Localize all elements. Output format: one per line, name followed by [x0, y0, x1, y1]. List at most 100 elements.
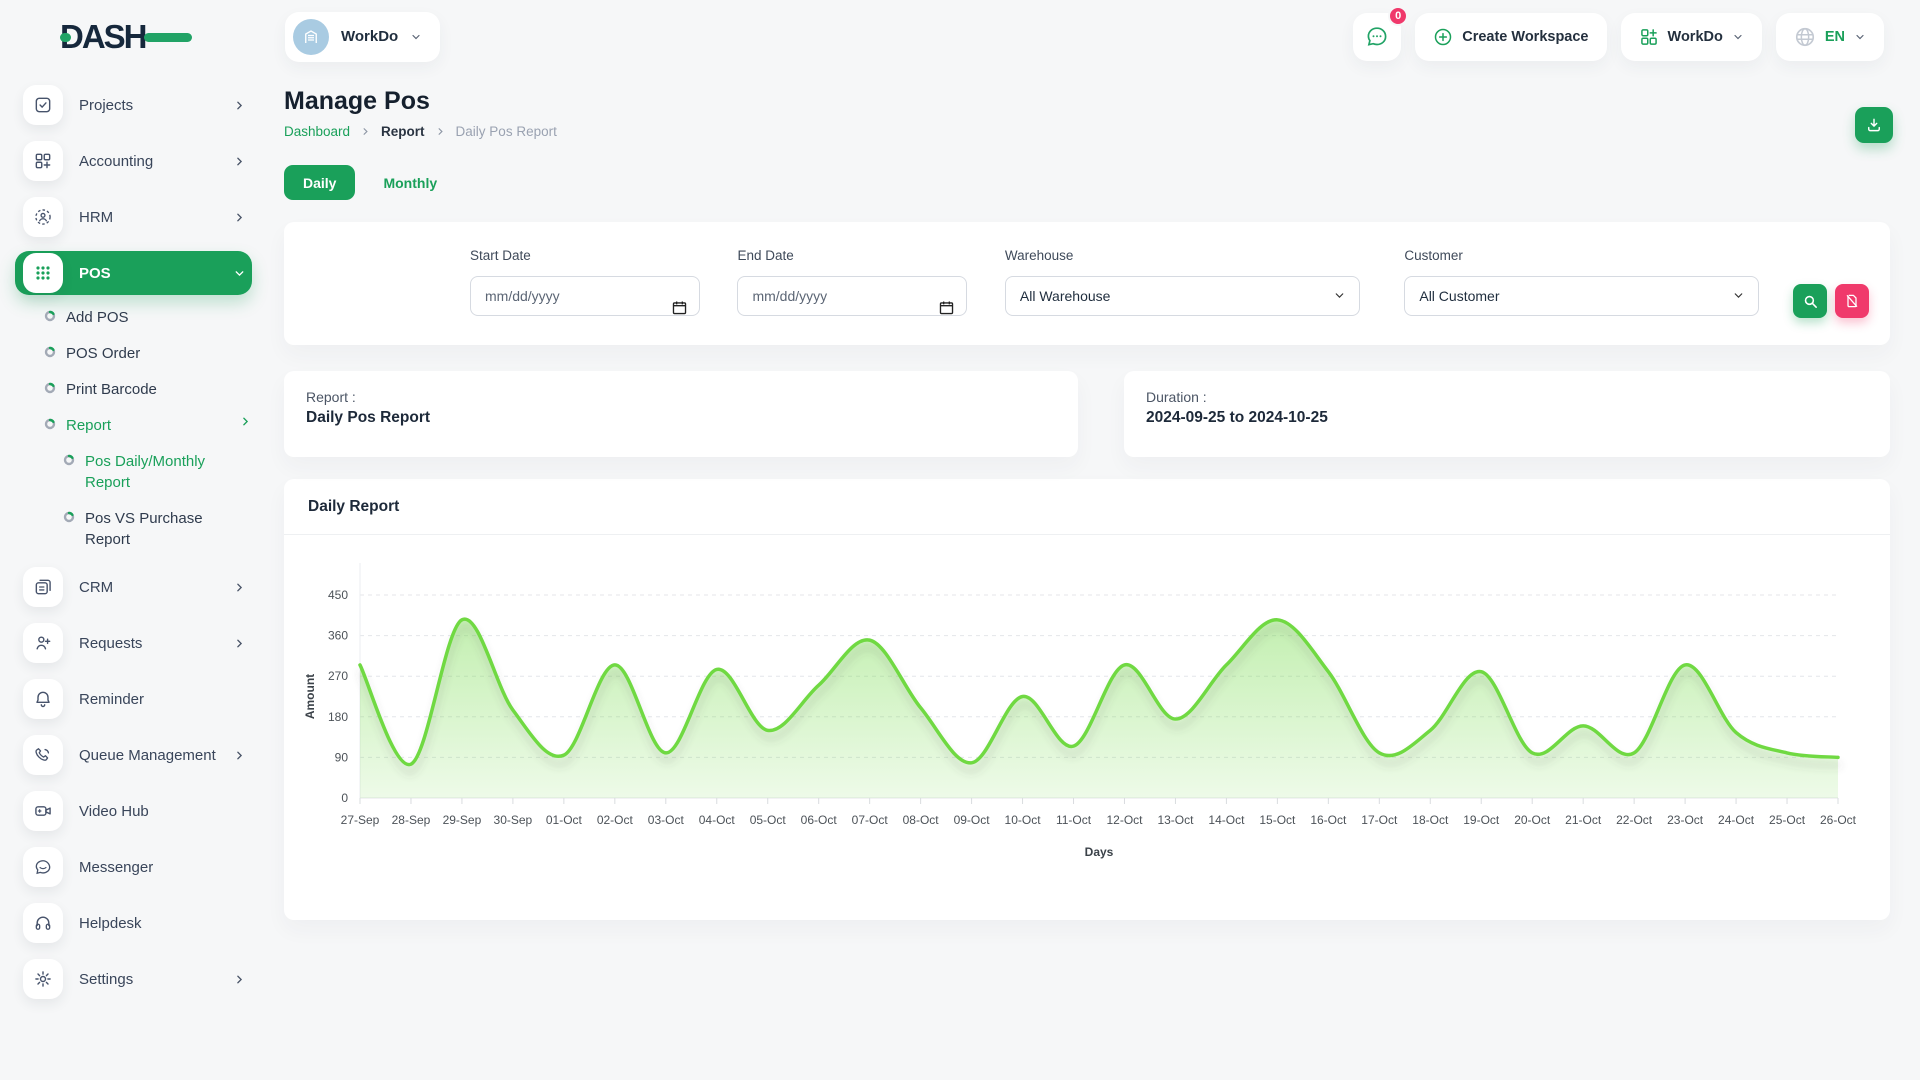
bell-icon — [23, 679, 63, 719]
report-period-tabs: Daily Monthly — [284, 165, 1890, 200]
tasks-icon — [23, 85, 63, 125]
svg-text:Days: Days — [1085, 845, 1114, 859]
svg-text:13-Oct: 13-Oct — [1157, 813, 1194, 827]
svg-text:DASH: DASH — [60, 18, 146, 55]
sidebar-item-hrm[interactable]: HRM — [15, 195, 252, 239]
daily-report-chart-card: Daily Report 09018027036045027-Sep28-Sep… — [284, 479, 1890, 920]
chat-bubble-icon — [1365, 25, 1389, 49]
chevron-right-icon — [435, 126, 446, 137]
chevron-down-icon — [1854, 31, 1866, 43]
download-icon — [1865, 116, 1883, 134]
building-icon — [302, 28, 320, 46]
sidebar-item-helpdesk[interactable]: Helpdesk — [15, 901, 252, 945]
svg-text:22-Oct: 22-Oct — [1616, 813, 1653, 827]
workdo-menu-button[interactable]: WorkDo — [1621, 13, 1762, 61]
svg-text:29-Sep: 29-Sep — [443, 813, 482, 827]
workspace-name: WorkDo — [341, 28, 398, 45]
svg-text:360: 360 — [328, 629, 348, 643]
grid-plus-icon — [23, 141, 63, 181]
language-selector[interactable]: EN — [1776, 13, 1884, 61]
app-logo: DASH — [0, 17, 285, 57]
sidebar-item-report[interactable]: Report — [0, 415, 252, 436]
notification-badge: 0 — [1388, 6, 1408, 26]
svg-text:19-Oct: 19-Oct — [1463, 813, 1500, 827]
chart-title: Daily Report — [284, 479, 1890, 516]
chevron-right-icon — [239, 415, 252, 428]
report-label: Report : — [306, 389, 1056, 405]
svg-text:180: 180 — [328, 710, 348, 724]
chevron-right-icon — [233, 155, 246, 168]
plus-circle-icon — [1433, 27, 1453, 47]
report-summary-card: Report : Daily Pos Report — [284, 371, 1078, 457]
language-code: EN — [1825, 29, 1845, 45]
svg-text:04-Oct: 04-Oct — [699, 813, 736, 827]
sidebar-item-messenger[interactable]: Messenger — [15, 845, 252, 889]
svg-text:14-Oct: 14-Oct — [1208, 813, 1245, 827]
video-camera-icon — [23, 791, 63, 831]
svg-text:09-Oct: 09-Oct — [954, 813, 991, 827]
sidebar-item-accounting[interactable]: Accounting — [15, 139, 252, 183]
duration-summary-card: Duration : 2024-09-25 to 2024-10-25 — [1124, 371, 1890, 457]
customer-select[interactable]: All Customer — [1404, 276, 1759, 316]
donut-bullet-icon — [44, 418, 56, 430]
sidebar-item-requests[interactable]: Requests — [15, 621, 252, 665]
sidebar-item-projects[interactable]: Projects — [15, 83, 252, 127]
end-date-field: End Date — [737, 248, 967, 316]
svg-text:28-Sep: 28-Sep — [392, 813, 431, 827]
svg-text:06-Oct: 06-Oct — [801, 813, 838, 827]
svg-text:12-Oct: 12-Oct — [1106, 813, 1143, 827]
summary-row: Report : Daily Pos Report Duration : 202… — [284, 371, 1890, 457]
create-workspace-button[interactable]: Create Workspace — [1415, 13, 1606, 61]
tab-daily[interactable]: Daily — [284, 165, 355, 200]
reset-filter-button[interactable] — [1835, 284, 1869, 318]
svg-text:30-Sep: 30-Sep — [494, 813, 533, 827]
warehouse-select[interactable]: All Warehouse — [1005, 276, 1360, 316]
chevron-down-icon — [233, 267, 246, 280]
tab-monthly[interactable]: Monthly — [383, 175, 437, 191]
chevron-right-icon — [233, 211, 246, 224]
donut-bullet-icon — [63, 511, 75, 523]
sidebar-item-queue-management[interactable]: Queue Management — [15, 733, 252, 777]
breadcrumb-dashboard[interactable]: Dashboard — [284, 124, 350, 139]
svg-text:27-Sep: 27-Sep — [341, 813, 380, 827]
svg-text:18-Oct: 18-Oct — [1412, 813, 1449, 827]
workspace-selector[interactable]: WorkDo — [285, 12, 440, 62]
sidebar-item-pos-vs-purchase-report[interactable]: Pos VS Purchase Report — [0, 508, 252, 550]
start-date-input[interactable] — [470, 276, 700, 316]
donut-bullet-icon — [44, 346, 56, 358]
sidebar-item-pos[interactable]: POS — [15, 251, 252, 295]
messages-button[interactable]: 0 — [1353, 13, 1401, 61]
chevron-right-icon — [233, 637, 246, 650]
chevron-right-icon — [233, 99, 246, 112]
sidebar-item-settings[interactable]: Settings — [15, 957, 252, 1001]
download-button[interactable] — [1855, 107, 1893, 143]
comment-icon — [23, 847, 63, 887]
gear-icon — [23, 959, 63, 999]
chevron-right-icon — [233, 973, 246, 986]
svg-text:0: 0 — [341, 791, 348, 805]
breadcrumb: Dashboard Report Daily Pos Report — [284, 124, 1890, 139]
search-button[interactable] — [1793, 284, 1827, 318]
sidebar-item-crm[interactable]: CRM — [15, 565, 252, 609]
svg-text:15-Oct: 15-Oct — [1259, 813, 1296, 827]
app-root: DASH WorkDo 0 — [0, 0, 1920, 1080]
cards-stack-icon — [23, 567, 63, 607]
breadcrumb-report[interactable]: Report — [381, 124, 425, 139]
svg-text:Amount: Amount — [303, 674, 317, 719]
dash-logo-graphic: DASH — [60, 17, 192, 57]
donut-bullet-icon — [44, 310, 56, 322]
user-plus-icon — [23, 623, 63, 663]
sidebar-item-pos-order[interactable]: POS Order — [0, 343, 252, 364]
sidebar-item-reminder[interactable]: Reminder — [15, 677, 252, 721]
duration-label: Duration : — [1146, 389, 1868, 405]
sidebar-item-video-hub[interactable]: Video Hub — [15, 789, 252, 833]
sidebar-item-add-pos[interactable]: Add POS — [0, 307, 252, 328]
donut-bullet-icon — [44, 382, 56, 394]
end-date-input[interactable] — [737, 276, 967, 316]
file-slash-icon — [1844, 293, 1860, 309]
workspace-avatar — [293, 19, 329, 55]
sidebar-item-pos-daily-monthly-report[interactable]: Pos Daily/Monthly Report — [0, 451, 252, 493]
warehouse-field: Warehouse All Warehouse — [1005, 248, 1360, 316]
chevron-down-icon — [1732, 31, 1744, 43]
sidebar-item-print-barcode[interactable]: Print Barcode — [0, 379, 252, 400]
